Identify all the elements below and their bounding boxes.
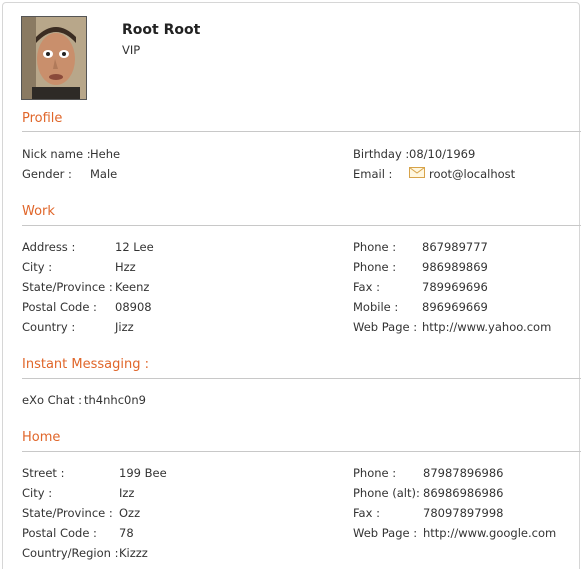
envelope-icon — [409, 167, 425, 178]
chat-value: th4nhc0n9 — [84, 393, 146, 407]
work-fax-label: Fax : — [353, 280, 380, 294]
home-state-label: State/Province : — [22, 506, 113, 520]
section-divider — [22, 451, 581, 452]
home-city-label: City : — [22, 486, 53, 500]
email-label: Email : — [353, 167, 393, 181]
home-postal-value: 78 — [119, 526, 134, 540]
work-city-value: Hzz — [115, 260, 136, 274]
home-state-value: Ozz — [119, 506, 141, 520]
section-divider — [22, 378, 581, 379]
work-mobile-label: Mobile : — [353, 300, 399, 314]
home-phone-label: Phone : — [353, 466, 397, 480]
chat-label: eXo Chat : — [22, 393, 83, 407]
work-fax-value: 789969696 — [422, 280, 488, 294]
email-link[interactable]: root@localhost — [429, 167, 515, 181]
home-street-label: Street : — [22, 466, 65, 480]
work-phone-value: 986989869 — [422, 260, 488, 274]
work-address-label: Address : — [22, 240, 76, 254]
work-country-label: Country : — [22, 320, 76, 334]
home-web-label: Web Page : — [353, 526, 418, 540]
work-state-value: Keenz — [115, 280, 150, 294]
work-web-label: Web Page : — [353, 320, 418, 334]
section-divider — [22, 225, 581, 226]
gender-value: Male — [90, 167, 118, 181]
section-title-home: Home — [22, 430, 61, 445]
work-phone-label: Phone : — [353, 260, 397, 274]
birthday-label: Birthday : — [353, 147, 410, 161]
home-street-value: 199 Bee — [119, 466, 167, 480]
home-country-label: Country/Region : — [22, 546, 119, 560]
work-address-value: 12 Lee — [115, 240, 154, 254]
section-title-instant-messaging: Instant Messaging : — [22, 357, 149, 372]
home-fax-label: Fax : — [353, 506, 380, 520]
home-web-link[interactable]: http://www.google.com — [423, 526, 556, 540]
work-state-label: State/Province : — [22, 280, 113, 294]
home-city-value: Izz — [119, 486, 135, 500]
work-country-value: Jizz — [115, 320, 134, 334]
work-city-label: City : — [22, 260, 53, 274]
home-postal-label: Postal Code : — [22, 526, 97, 540]
home-phone-value: 87987896986 — [423, 466, 504, 480]
work-phone-value: 867989777 — [422, 240, 488, 254]
nick-name-label: Nick name : — [22, 147, 91, 161]
contact-name: Root Root — [122, 22, 201, 38]
home-phone-alt-label: Phone (alt): — [353, 486, 420, 500]
work-postal-value: 08908 — [115, 300, 152, 314]
home-fax-value: 78097897998 — [423, 506, 504, 520]
work-postal-label: Postal Code : — [22, 300, 97, 314]
birthday-value: 08/10/1969 — [409, 147, 476, 161]
contact-rank: VIP — [122, 43, 141, 57]
home-phone-alt-value: 86986986986 — [423, 486, 504, 500]
section-title-profile: Profile — [22, 111, 63, 126]
home-country-value: Kizzz — [119, 546, 148, 560]
work-mobile-value: 896969669 — [422, 300, 488, 314]
gender-label: Gender : — [22, 167, 72, 181]
work-web-link[interactable]: http://www.yahoo.com — [422, 320, 551, 334]
section-title-work: Work — [22, 204, 55, 219]
section-divider — [22, 131, 581, 132]
nick-name-value: Hehe — [90, 147, 121, 161]
work-phone-label: Phone : — [353, 240, 397, 254]
avatar — [21, 16, 87, 100]
